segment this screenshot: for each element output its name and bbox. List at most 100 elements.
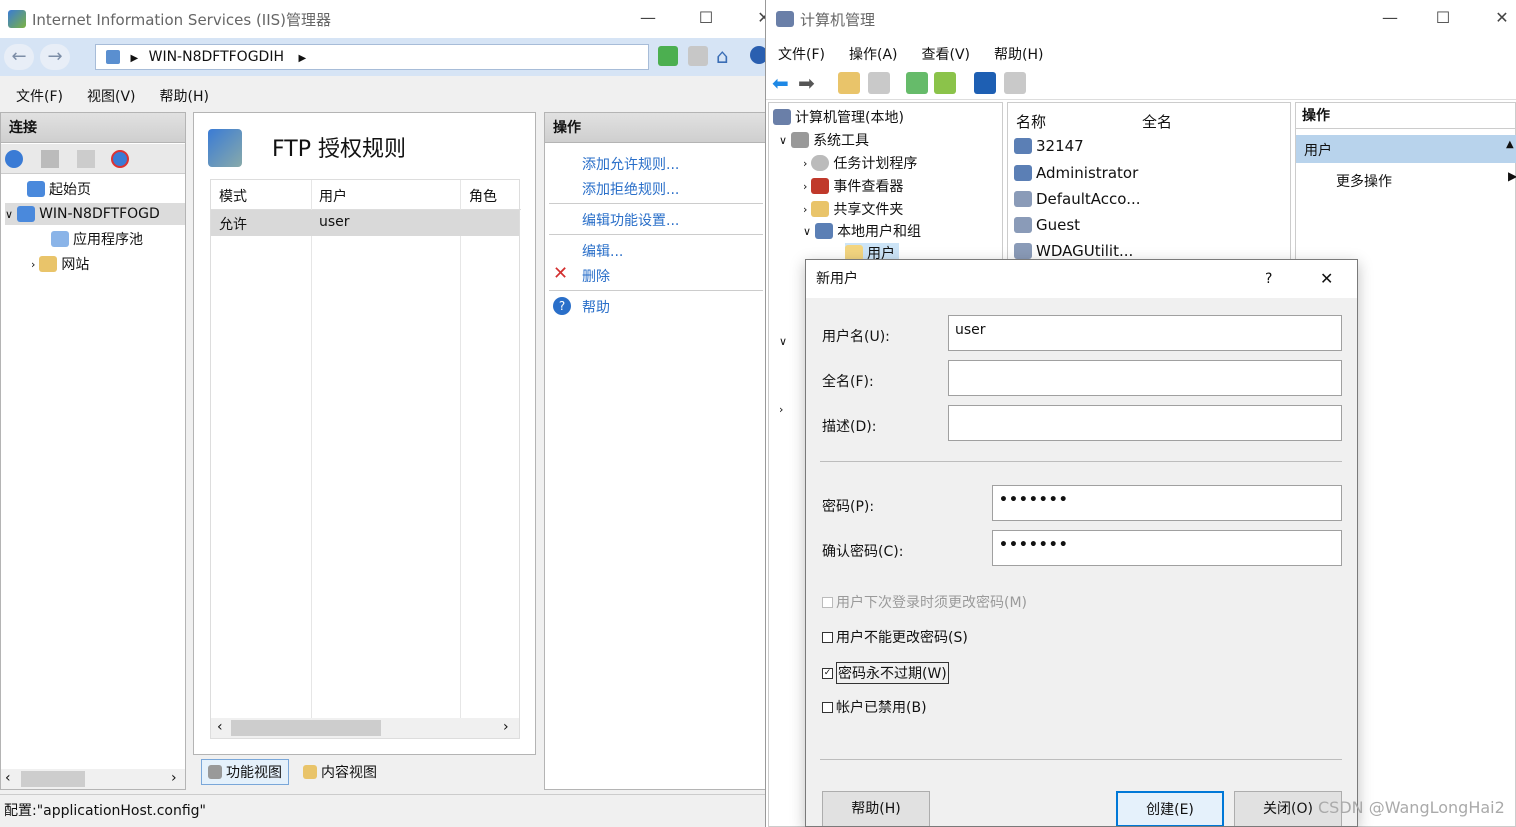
maximize-button[interactable]: ☐	[1431, 6, 1455, 30]
tree-start-page[interactable]: 起始页	[27, 179, 91, 199]
tree-task-scheduler[interactable]: › 任务计划程序	[803, 153, 917, 173]
tree-sites[interactable]: › 网站	[31, 254, 89, 274]
chevron-right-icon[interactable]: ›	[31, 258, 35, 271]
connections-scrollbar[interactable]: ‹ ›	[1, 769, 185, 789]
fullname-input[interactable]	[948, 360, 1342, 396]
menu-file[interactable]: 文件(F)	[4, 86, 75, 106]
edit-feature-settings-link[interactable]: 编辑功能设置...	[582, 210, 679, 230]
tree-root[interactable]: 计算机管理(本地)	[773, 107, 904, 127]
list-item[interactable]: WDAGUtilit...	[1014, 242, 1133, 260]
checkbox-checked-icon[interactable]: ✓	[822, 667, 833, 679]
collapse-icon[interactable]: ▲	[1506, 139, 1514, 150]
back-arrow-icon[interactable]: ⬅	[772, 72, 794, 94]
menu-action[interactable]: 操作(A)	[837, 44, 910, 64]
checkbox-box[interactable]	[822, 631, 833, 643]
create-button[interactable]: 创建(E)	[1116, 791, 1224, 826]
scroll-thumb[interactable]	[21, 771, 85, 787]
show-hide-tree-icon[interactable]	[868, 72, 890, 94]
tree-server[interactable]: ∨ WIN-N8DFTFOGD	[5, 203, 185, 225]
breadcrumb-server[interactable]: WIN-N8DFTFOGDIH	[149, 49, 284, 65]
up-icon[interactable]	[77, 150, 95, 168]
cannot-change-password-checkbox[interactable]: 用户不能更改密码(S)	[822, 627, 968, 647]
close-button[interactable]: ✕	[1490, 6, 1514, 30]
account-disabled-checkbox[interactable]: 帐户已禁用(B)	[822, 697, 927, 717]
tree-local-users[interactable]: ∨ 本地用户和组	[803, 221, 921, 241]
confirm-password-input[interactable]: •••••••	[992, 530, 1342, 566]
help-icon[interactable]	[974, 72, 996, 94]
stop-icon[interactable]	[688, 46, 708, 66]
more-actions-item[interactable]: 更多操作 ▶	[1296, 167, 1516, 193]
cm-actions-section[interactable]: 用户 ▲	[1296, 135, 1516, 163]
list-item[interactable]: DefaultAcco...	[1014, 190, 1141, 208]
scroll-left-icon[interactable]: ‹	[5, 770, 11, 786]
tree-shared-folders[interactable]: › 共享文件夹	[803, 199, 903, 219]
menu-help[interactable]: 帮助(H)	[982, 44, 1055, 64]
help-link[interactable]: 帮助	[582, 297, 610, 317]
menu-view[interactable]: 视图(V)	[75, 86, 148, 106]
description-input[interactable]	[948, 405, 1342, 441]
chevron-down-icon[interactable]: ∨	[5, 208, 13, 221]
tree-system-tools[interactable]: ∨ 系统工具	[779, 130, 869, 150]
forward-button[interactable]: →	[40, 44, 70, 70]
properties-icon[interactable]	[1004, 72, 1026, 94]
checkbox-box[interactable]	[822, 596, 833, 608]
list-item[interactable]: 32147	[1014, 137, 1084, 155]
scroll-right-icon[interactable]: ›	[171, 770, 177, 786]
help-icon[interactable]	[750, 46, 765, 64]
minimize-button[interactable]: —	[1378, 6, 1402, 30]
column-header-user[interactable]: 用户	[319, 186, 347, 206]
tree-app-pools[interactable]: 应用程序池	[51, 229, 143, 249]
list-item[interactable]: Guest	[1014, 216, 1080, 234]
cell-user: user	[319, 214, 350, 230]
home-icon[interactable]: ⌂	[716, 44, 729, 68]
chevron-right-icon[interactable]: ›	[779, 403, 783, 416]
connect-icon[interactable]	[5, 150, 23, 168]
tree-event-viewer[interactable]: › 事件查看器	[803, 176, 903, 196]
disconnect-icon[interactable]	[111, 150, 129, 168]
checkbox-box[interactable]	[822, 701, 833, 713]
chevron-right-icon[interactable]: ›	[803, 203, 807, 216]
dialog-help-button[interactable]: ?	[1265, 260, 1272, 298]
refresh-icon[interactable]	[658, 46, 678, 66]
column-header-role[interactable]: 角色	[469, 186, 497, 206]
chevron-right-icon[interactable]: ›	[803, 157, 807, 170]
table-row[interactable]: 允许 user	[211, 210, 519, 236]
list-item[interactable]: Administrator	[1014, 164, 1138, 182]
table-hscrollbar[interactable]: ‹ ›	[211, 718, 519, 738]
username-input[interactable]: user	[948, 315, 1342, 351]
scroll-right-icon[interactable]: ›	[503, 719, 509, 735]
export-icon[interactable]	[934, 72, 956, 94]
tab-content-view[interactable]: 内容视图	[299, 759, 381, 785]
edit-link[interactable]: 编辑...	[582, 241, 623, 261]
column-header-mode[interactable]: 模式	[219, 186, 247, 206]
delete-link[interactable]: 删除	[582, 266, 610, 286]
menu-file[interactable]: 文件(F)	[766, 44, 837, 64]
chevron-down-icon[interactable]: ∨	[779, 335, 787, 348]
forward-arrow-icon[interactable]: ➡	[798, 72, 820, 94]
dialog-close-icon[interactable]: ✕	[1320, 260, 1333, 298]
menu-view[interactable]: 查看(V)	[910, 44, 983, 64]
address-box[interactable]: ▶ WIN-N8DFTFOGDIH ▶	[95, 44, 649, 70]
menu-help[interactable]: 帮助(H)	[148, 86, 221, 106]
add-deny-rule-link[interactable]: 添加拒绝规则...	[582, 179, 679, 199]
maximize-button[interactable]: ☐	[694, 6, 718, 30]
scroll-thumb[interactable]	[231, 720, 381, 736]
column-header-fullname[interactable]: 全名	[1142, 111, 1172, 132]
password-input[interactable]: •••••••	[992, 485, 1342, 521]
save-icon[interactable]	[41, 150, 59, 168]
must-change-password-checkbox[interactable]: 用户下次登录时须更改密码(M)	[822, 592, 1027, 612]
column-header-name[interactable]: 名称	[1016, 111, 1046, 132]
scroll-left-icon[interactable]: ‹	[217, 719, 223, 735]
back-button[interactable]: ←	[4, 44, 34, 70]
minimize-button[interactable]: —	[636, 6, 660, 30]
refresh-icon[interactable]	[906, 72, 928, 94]
close-button[interactable]: ✕	[752, 6, 765, 30]
up-folder-icon[interactable]	[838, 72, 860, 94]
never-expires-checkbox[interactable]: ✓ 密码永不过期(W)	[822, 662, 949, 684]
chevron-right-icon[interactable]: ›	[803, 180, 807, 193]
add-allow-rule-link[interactable]: 添加允许规则...	[582, 154, 679, 174]
chevron-down-icon[interactable]: ∨	[803, 225, 811, 238]
help-button[interactable]: 帮助(H)	[822, 791, 930, 826]
chevron-down-icon[interactable]: ∨	[779, 134, 787, 147]
tab-features-view[interactable]: 功能视图	[201, 759, 289, 785]
